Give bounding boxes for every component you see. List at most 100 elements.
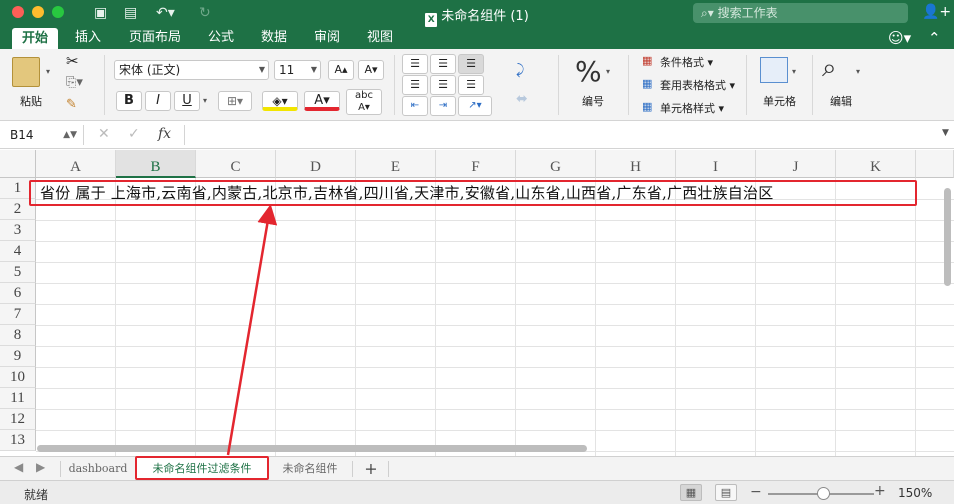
italic-button[interactable]: I [145,91,171,111]
row-header[interactable]: 10 [0,367,36,388]
fill-color-icon[interactable]: ◈▾ [262,91,298,111]
tab-view[interactable]: 视图 [359,27,401,49]
name-box-stepper-icon[interactable]: ▲▼ [63,125,77,145]
insert-function-icon[interactable]: fx [158,126,171,142]
row-header[interactable]: 7 [0,304,36,325]
column-header[interactable]: B [116,150,196,178]
align-center-icon[interactable]: ☰ [430,75,456,95]
decrease-font-icon[interactable]: A▾ [358,60,384,80]
zoom-slider-thumb[interactable] [817,487,830,500]
cells-dropdown-icon[interactable]: ▾ [792,67,796,76]
font-color-button[interactable]: A▾ [304,91,340,111]
row-header[interactable]: 8 [0,325,36,346]
next-sheet-icon[interactable]: ▶ [36,460,45,474]
edit-dropdown-icon[interactable]: ▾ [856,67,860,76]
wrap-text-icon[interactable]: ⤸ [516,62,524,78]
zoom-out-button[interactable]: − [750,484,762,500]
grid-row-line [36,388,954,389]
page-layout-view-icon[interactable]: ▤ [715,484,737,501]
edit-label[interactable]: 编辑 [830,93,852,109]
bold-button[interactable]: B [116,91,142,111]
column-header[interactable]: K [836,150,916,178]
tab-review[interactable]: 审阅 [306,27,348,49]
cell-styles-button[interactable]: 单元格样式 ▾ [660,100,724,116]
tab-data[interactable]: 数据 [253,27,295,49]
row-header[interactable]: 4 [0,241,36,262]
prev-sheet-icon[interactable]: ◀ [14,460,23,474]
underline-dropdown-icon[interactable]: ▾ [203,96,207,105]
orientation-icon[interactable]: ↗▾ [458,96,492,116]
window-title-text: 未命名组件 (1) [441,9,529,24]
column-header-partial[interactable] [916,150,954,178]
column-header[interactable]: J [756,150,836,178]
font-size-select[interactable]: 11 ▼ [274,60,321,80]
paste-dropdown-icon[interactable]: ▾ [46,67,50,76]
merge-cells-icon[interactable]: ⬌ [516,91,528,107]
tab-insert[interactable]: 插入 [66,27,110,49]
sheet-tab-dashboard[interactable]: dashboard [62,457,134,480]
column-header[interactable]: D [276,150,356,178]
text-direction-icon[interactable]: abc A▾ [346,89,382,115]
row-header[interactable]: 13 [0,430,36,451]
underline-button[interactable]: U [174,91,200,111]
paste-label[interactable]: 粘贴 [20,93,42,109]
share-user-icon[interactable]: 👤+ [922,4,951,20]
expand-formula-bar-icon[interactable]: ▼ [942,128,949,138]
sheet-tab-divider [388,461,389,477]
number-label[interactable]: 编号 [582,93,604,109]
tab-page-layout[interactable]: 页面布局 [120,27,190,49]
zoom-percentage[interactable]: 150% [898,486,932,500]
zoom-in-button[interactable]: + [874,483,886,499]
search-magnifier-icon[interactable]: ⌕ [822,53,837,84]
decrease-indent-icon[interactable]: ⇤ [402,96,428,116]
column-header[interactable]: H [596,150,676,178]
column-header[interactable]: E [356,150,436,178]
sheet-tab-unnamed[interactable]: 未命名组件 [270,457,350,480]
copy-icon[interactable]: ⎘▾ [66,75,83,90]
add-sheet-button[interactable]: + [358,457,384,480]
table-format-button[interactable]: 套用表格格式 ▾ [660,77,735,93]
vertical-scrollbar[interactable] [944,188,951,286]
normal-view-icon[interactable]: ▦ [680,484,702,501]
align-left-icon[interactable]: ☰ [402,75,428,95]
percent-number-format-icon[interactable]: % [575,55,602,88]
borders-icon[interactable]: ⊞▾ [218,91,252,111]
formula-input[interactable] [184,125,924,145]
cancel-entry-icon[interactable]: ✕ [98,126,110,142]
column-header[interactable]: I [676,150,756,178]
column-header[interactable]: G [516,150,596,178]
row-header[interactable]: 3 [0,220,36,241]
row-header[interactable]: 12 [0,409,36,430]
column-header[interactable]: F [436,150,516,178]
tab-formulas[interactable]: 公式 [200,27,242,49]
select-all-corner[interactable] [0,150,36,178]
font-name-select[interactable]: 宋体 (正文) ▼ [114,60,269,80]
tab-home[interactable]: 开始 [12,28,58,49]
align-bottom-icon[interactable]: ☰ [458,54,484,74]
row-header[interactable]: 9 [0,346,36,367]
column-header[interactable]: A [36,150,116,178]
spreadsheet-grid[interactable]: A B C D E F G H I J K 1 2 3 4 5 6 7 8 9 … [0,150,954,456]
conditional-format-button[interactable]: 条件格式 ▾ [660,54,713,70]
number-dropdown-icon[interactable]: ▾ [606,67,610,76]
increase-font-icon[interactable]: A▴ [328,60,354,80]
cut-scissors-icon[interactable]: ✂ [66,52,79,70]
smiley-feedback-icon[interactable]: ☺▾ [888,29,911,47]
format-painter-icon[interactable]: ✎ [66,97,77,112]
row-header[interactable]: 6 [0,283,36,304]
collapse-ribbon-icon[interactable]: ⌃ [928,29,941,47]
align-top-icon[interactable]: ☰ [402,54,428,74]
row-header[interactable]: 5 [0,262,36,283]
search-sheet-input[interactable]: ⌕▾ 搜索工作表 [693,3,908,23]
name-box[interactable]: B14 ▲▼ [4,125,84,145]
align-right-icon[interactable]: ☰ [458,75,484,95]
paste-clipboard-icon[interactable] [12,57,40,87]
horizontal-scrollbar[interactable] [37,445,587,452]
confirm-entry-icon[interactable]: ✓ [128,126,140,142]
increase-indent-icon[interactable]: ⇥ [430,96,456,116]
cells-label[interactable]: 单元格 [763,93,796,109]
row-header[interactable]: 11 [0,388,36,409]
cells-grid-icon[interactable] [760,57,788,83]
align-middle-icon[interactable]: ☰ [430,54,456,74]
column-header[interactable]: C [196,150,276,178]
